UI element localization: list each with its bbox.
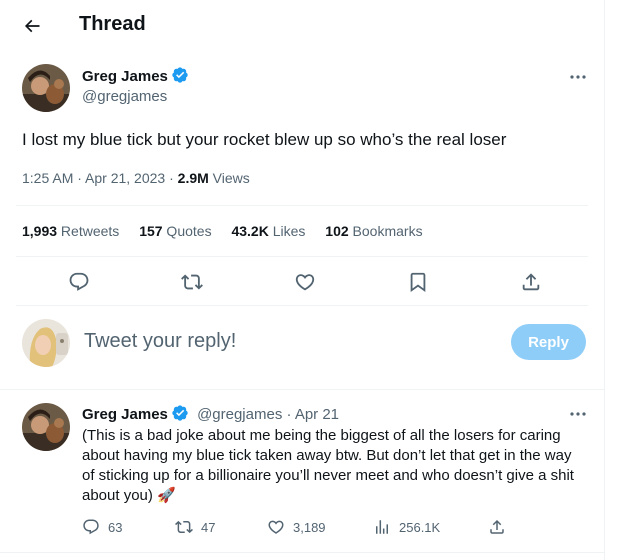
reply-share-button[interactable] xyxy=(488,518,514,536)
reply-icon xyxy=(83,519,99,535)
reply-date[interactable]: · Apr 21 xyxy=(282,406,339,423)
divider xyxy=(0,389,604,390)
views-icon xyxy=(376,520,388,534)
retweet-icon xyxy=(175,520,193,534)
author-info: Greg James @gregjames xyxy=(82,66,189,107)
header: Thread xyxy=(0,0,604,52)
author-name[interactable]: Greg James xyxy=(82,68,168,85)
reply-input[interactable]: Tweet your reply! xyxy=(84,330,236,353)
like-icon xyxy=(268,520,284,534)
tweet-actions xyxy=(0,270,604,296)
author-avatar[interactable] xyxy=(22,64,70,112)
reply-more-button[interactable] xyxy=(567,405,589,423)
quotes-label: Quotes xyxy=(162,223,212,239)
thread-column: Thread Greg James @gregjames I lost my b… xyxy=(0,0,605,560)
reply-header: Greg James @gregjames · Apr 21 xyxy=(82,404,339,423)
reply-likes-count: 3,189 xyxy=(293,519,326,535)
reply-submit-button[interactable]: Reply xyxy=(511,324,586,360)
reply-author-handle[interactable]: @gregjames xyxy=(197,406,282,423)
like-icon xyxy=(295,274,315,291)
divider xyxy=(16,305,588,306)
views-count: 2.9M xyxy=(177,170,209,186)
reply-button[interactable] xyxy=(67,270,91,294)
user-avatar[interactable] xyxy=(22,319,70,367)
page-title: Thread xyxy=(79,13,146,35)
retweet-button[interactable] xyxy=(180,270,204,294)
tweet-time[interactable]: 1:25 AM · Apr 21, 2023 · xyxy=(22,170,178,186)
retweets-stat[interactable]: 1,993 Retweets xyxy=(22,221,119,241)
more-button[interactable] xyxy=(567,68,589,86)
quotes-stat[interactable]: 157 Quotes xyxy=(139,221,211,241)
bookmark-icon xyxy=(410,272,426,293)
verified-badge-icon xyxy=(172,67,188,83)
reply-views-button[interactable]: 256.1K xyxy=(373,518,440,536)
retweets-count: 1,993 xyxy=(22,223,58,239)
reply-retweet-button[interactable]: 47 xyxy=(175,518,215,536)
reply-like-button[interactable]: 3,189 xyxy=(267,518,326,536)
back-arrow-icon xyxy=(24,19,40,33)
reply-author-avatar[interactable] xyxy=(22,403,70,451)
quotes-count: 157 xyxy=(139,223,163,239)
reply-replies-count: 63 xyxy=(108,519,123,535)
reply-author-name[interactable]: Greg James xyxy=(82,406,168,423)
more-icon xyxy=(570,412,586,416)
divider xyxy=(16,205,588,206)
reply-reply-button[interactable]: 63 xyxy=(82,518,122,536)
likes-stat[interactable]: 43.2K Likes xyxy=(231,221,305,241)
reply-icon xyxy=(69,272,89,291)
divider xyxy=(16,256,588,257)
reply-retweets-count: 47 xyxy=(201,519,216,535)
divider xyxy=(0,552,604,553)
bookmarks-count: 102 xyxy=(325,223,349,239)
back-button[interactable] xyxy=(16,10,48,42)
share-icon xyxy=(490,519,504,534)
bookmark-button[interactable] xyxy=(406,270,430,294)
tweet-meta: 1:25 AM · Apr 21, 2023 · 2.9M Views xyxy=(22,168,250,188)
likes-count: 43.2K xyxy=(231,223,269,239)
reply-views-count: 256.1K xyxy=(399,519,441,535)
author-handle[interactable]: @gregjames xyxy=(82,87,189,107)
tweet-text: I lost my blue tick but your rocket blew… xyxy=(22,130,507,149)
verified-badge-icon xyxy=(172,405,188,421)
like-button[interactable] xyxy=(293,270,317,294)
views-label: Views xyxy=(208,170,250,186)
likes-label: Likes xyxy=(268,223,306,239)
share-button[interactable] xyxy=(519,270,543,294)
more-icon xyxy=(570,75,586,79)
retweets-label: Retweets xyxy=(57,223,120,239)
tweet-stats: 1,993 Retweets 157 Quotes 43.2K Likes 10… xyxy=(22,221,439,241)
retweet-icon xyxy=(181,274,203,290)
share-icon xyxy=(522,273,540,291)
bookmarks-stat[interactable]: 102 Bookmarks xyxy=(325,221,422,241)
bookmarks-label: Bookmarks xyxy=(348,223,423,239)
reply-text: (This is a bad joke about me being the b… xyxy=(82,427,574,504)
